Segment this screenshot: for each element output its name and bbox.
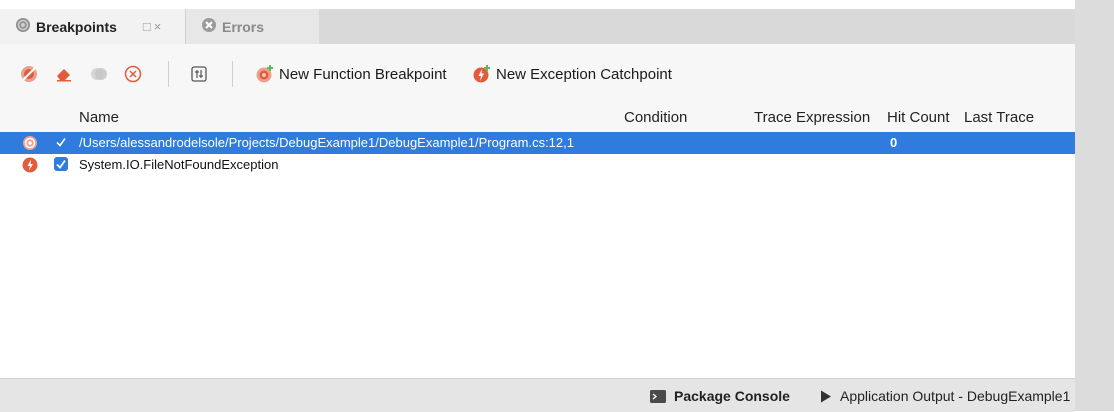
catchpoint-name: System.IO.FileNotFoundException [79,157,279,172]
table-row[interactable]: System.IO.FileNotFoundException [0,154,1075,176]
terminal-icon [650,389,666,403]
right-gutter [1075,0,1114,411]
package-console-label: Package Console [674,388,790,404]
tab-window-controls[interactable]: □× [143,19,164,34]
exception-catchpoint-icon [22,157,38,173]
new-exception-catchpoint-button[interactable]: New Exception Catchpoint [472,62,672,86]
toolbar: New Function Breakpoint New Exception Ca… [0,44,1075,104]
breakpoint-name: /Users/alessandrodelsole/Projects/DebugE… [79,135,574,150]
breakpoint-tab-icon [15,17,31,36]
disable-all-button[interactable] [89,64,109,84]
breakpoint-enabled-checkbox[interactable] [54,135,68,149]
new-breakpoint-icon [256,65,273,83]
status-bar: Package Console Application Output - Deb… [0,378,1075,412]
column-last-trace-header[interactable]: Last Trace [964,109,1034,126]
error-tab-icon [201,17,217,36]
new-function-breakpoint-button[interactable]: New Function Breakpoint [255,62,447,86]
new-catchpoint-icon [473,65,490,83]
disable-all-icon [91,68,107,80]
tab-errors[interactable]: Errors [185,9,319,44]
eraser-icon [57,69,71,82]
breakpoint-toggle-icon [21,66,37,82]
table-header: Name Condition Trace Expression Hit Coun… [0,104,1075,132]
breakpoint-icon [22,135,38,151]
application-output-label: Application Output - DebugExample1 [840,388,1071,404]
remove-icon [124,65,142,83]
checkmark-icon [56,159,66,169]
breakpoints-table: /Users/alessandrodelsole/Projects/DebugE… [0,132,1075,378]
new-exception-catchpoint-label: New Exception Catchpoint [496,65,672,83]
column-trace-expression-header[interactable]: Trace Expression [754,109,870,126]
tab-breakpoints[interactable]: Breakpoints □× [0,9,185,44]
column-hit-count-header[interactable]: Hit Count [887,109,950,126]
column-condition-header[interactable]: Condition [624,109,687,126]
hit-count-value: 0 [890,135,898,150]
checkmark-icon [56,138,66,147]
properties-button[interactable] [189,64,209,84]
toolbar-separator [232,61,233,87]
column-name-header[interactable]: Name [79,109,119,126]
remove-breakpoint-button[interactable] [123,64,143,84]
application-output-button[interactable]: Application Output - DebugExample1 [820,388,1070,404]
tab-errors-label: Errors [222,18,265,35]
top-strip [0,0,1075,9]
tab-breakpoints-label: Breakpoints [36,18,117,35]
package-console-button[interactable]: Package Console [650,388,790,404]
toggle-breakpoint-button[interactable] [19,64,39,84]
clear-breakpoints-button[interactable] [54,64,74,84]
new-function-breakpoint-label: New Function Breakpoint [279,65,447,83]
catchpoint-enabled-checkbox[interactable] [54,157,68,171]
play-icon [821,390,831,402]
toolbar-separator [168,61,169,87]
table-row[interactable]: /Users/alessandrodelsole/Projects/DebugE… [0,132,1075,154]
properties-icon [191,66,207,82]
